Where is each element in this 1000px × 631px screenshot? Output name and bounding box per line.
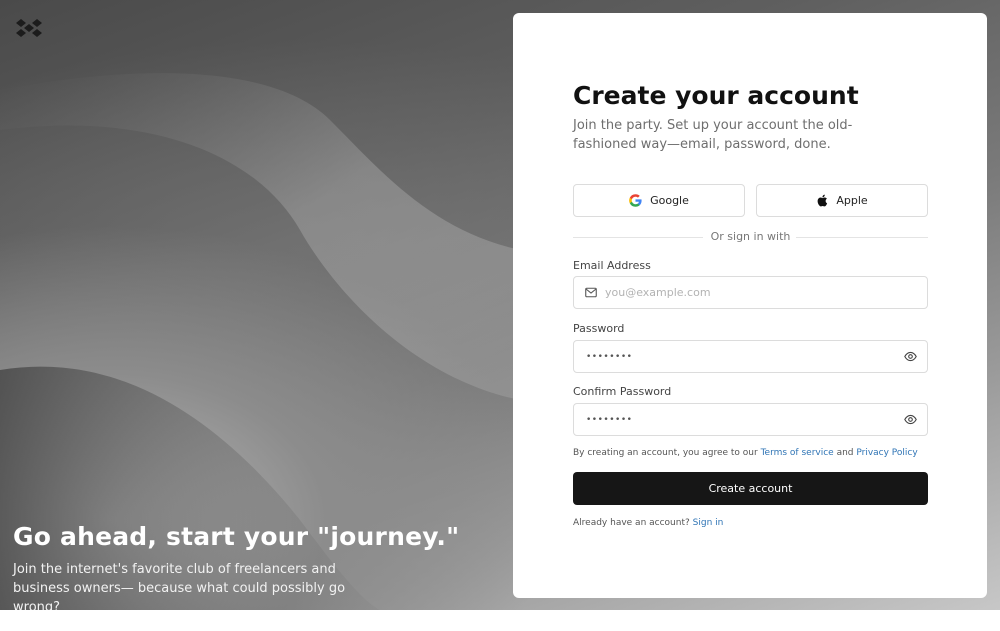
email-field[interactable] bbox=[573, 276, 928, 309]
email-label: Email Address bbox=[573, 259, 651, 272]
terms-of-service-link[interactable]: Terms of service bbox=[761, 448, 834, 458]
apple-icon bbox=[817, 194, 828, 207]
email-input[interactable] bbox=[605, 277, 915, 308]
confirm-password-input[interactable] bbox=[586, 404, 886, 435]
mail-icon bbox=[585, 287, 597, 298]
confirm-password-label: Confirm Password bbox=[573, 385, 672, 398]
apple-label: Apple bbox=[836, 194, 868, 207]
google-signin-button[interactable]: Google bbox=[573, 184, 745, 217]
page-title: Create your account bbox=[573, 81, 859, 110]
privacy-policy-link[interactable]: Privacy Policy bbox=[856, 448, 917, 458]
google-icon bbox=[629, 194, 642, 207]
divider-line-right bbox=[796, 237, 928, 238]
hero-title: Go ahead, start your "journey." bbox=[13, 522, 460, 551]
password-label: Password bbox=[573, 322, 625, 335]
signin-prompt: Already have an account? Sign in bbox=[573, 518, 723, 528]
google-label: Google bbox=[650, 194, 689, 207]
create-account-button[interactable]: Create account bbox=[573, 472, 928, 505]
password-field[interactable] bbox=[573, 340, 928, 373]
password-input[interactable] bbox=[586, 341, 886, 372]
hero-background-swirl bbox=[0, 73, 520, 610]
eye-icon[interactable] bbox=[904, 351, 917, 362]
signin-prefix: Already have an account? bbox=[573, 518, 693, 528]
terms-notice: By creating an account, you agree to our… bbox=[573, 448, 933, 458]
apple-signin-button[interactable]: Apple bbox=[756, 184, 928, 217]
divider: Or sign in with bbox=[573, 230, 928, 244]
signup-card: Create your account Join the party. Set … bbox=[513, 13, 987, 598]
terms-prefix: By creating an account, you agree to our bbox=[573, 448, 761, 458]
eye-icon[interactable] bbox=[904, 414, 917, 425]
page-subtitle: Join the party. Set up your account the … bbox=[573, 118, 853, 152]
hero-subtitle: Join the internet's favorite club of fre… bbox=[13, 562, 346, 610]
terms-middle: and bbox=[833, 448, 857, 458]
confirm-password-field[interactable] bbox=[573, 403, 928, 436]
sign-in-link[interactable]: Sign in bbox=[693, 518, 724, 528]
logo-icon bbox=[16, 19, 42, 37]
